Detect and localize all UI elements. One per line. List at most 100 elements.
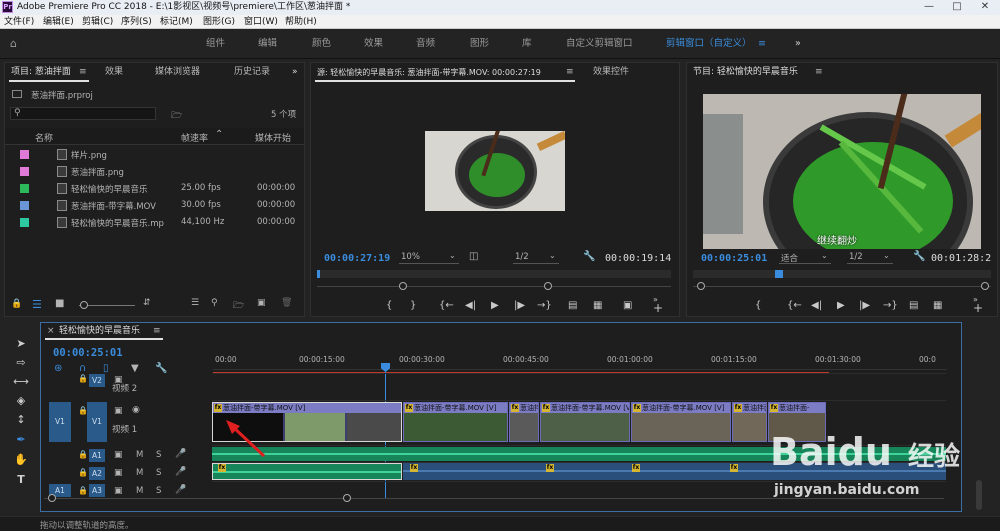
video-clip[interactable]: 葱油拌面-带字幕.MOV [V] fx	[509, 402, 539, 442]
mute-button[interactable]: M	[136, 486, 143, 496]
lock-icon[interactable]: 🔒	[11, 300, 22, 309]
close-tab-icon[interactable]: ×	[47, 326, 55, 336]
source-scrubber[interactable]	[317, 270, 671, 278]
mark-in-icon[interactable]: {	[755, 300, 761, 312]
extract-icon[interactable]: ▦	[933, 300, 942, 312]
track-lock-icon[interactable]: 🔒	[78, 486, 88, 495]
tab-media-browser[interactable]: 媒体浏览器	[155, 67, 200, 78]
sort-icon[interactable]: ⇵	[143, 298, 151, 308]
icon-view-icon[interactable]: ■	[55, 298, 64, 309]
workspace-edit-custom-active[interactable]: 剪辑窗口（自定义）	[666, 38, 752, 50]
program-playhead[interactable]	[775, 270, 783, 278]
workspace-editing[interactable]: 编辑	[258, 38, 277, 50]
source-zoom-handle-right[interactable]	[544, 282, 552, 290]
program-tab-menu-icon[interactable]: ≡	[815, 67, 823, 78]
col-media-start[interactable]: 媒体开始	[255, 131, 291, 144]
add-button-icon[interactable]: +	[653, 302, 663, 314]
eye-icon[interactable]: ◉	[132, 405, 140, 415]
add-button-icon[interactable]: +	[973, 302, 983, 314]
workspace-graphics[interactable]: 图形	[470, 38, 489, 50]
overwrite-icon[interactable]: ▦	[593, 300, 602, 312]
workspace-assembly[interactable]: 组件	[206, 38, 225, 50]
source-patch-v1[interactable]: V1	[49, 402, 71, 442]
insert-icon[interactable]: ▤	[568, 300, 577, 312]
track-lock-icon[interactable]: 🔒	[78, 450, 88, 459]
track-select-tool-icon[interactable]: ⇨	[12, 355, 30, 371]
menu-edit[interactable]: 编辑(E)	[43, 16, 74, 28]
project-tab-menu-icon[interactable]: ≡	[79, 67, 87, 78]
workspace-overflow-icon[interactable]: »	[795, 38, 801, 50]
video-clip[interactable]: 葱油拌面-带字幕.MOV [V] fx	[540, 402, 630, 442]
automate-icon[interactable]: ☰	[191, 298, 199, 308]
project-item[interactable]: 葱油拌面-带字幕.MOV 30.00 fps 00:00:00	[5, 197, 300, 214]
selection-tool-icon[interactable]: ➤	[12, 336, 30, 352]
workspace-libraries[interactable]: 库	[522, 38, 532, 50]
wrench-icon[interactable]: 🔧	[913, 251, 925, 262]
source-zoom-bar[interactable]	[317, 286, 671, 287]
type-tool-icon[interactable]: T	[12, 472, 30, 488]
go-to-in-icon[interactable]: {←	[787, 300, 802, 312]
add-marker-icon[interactable]: ▼	[131, 363, 139, 374]
project-item[interactable]: 轻松愉快的早晨音乐 25.00 fps 00:00:00	[5, 180, 300, 197]
mark-in-icon[interactable]: {	[386, 300, 392, 312]
tab-history[interactable]: 历史记录	[234, 67, 270, 78]
project-item[interactable]: 样片.png	[5, 146, 300, 163]
menu-help[interactable]: 帮助(H)	[285, 16, 317, 28]
solo-button[interactable]: S	[156, 450, 161, 460]
play-icon[interactable]: ▶	[837, 300, 845, 312]
track-target-v2[interactable]: V2	[89, 374, 105, 387]
slip-tool-icon[interactable]: ↕	[12, 412, 30, 428]
tab-project[interactable]: 项目: 葱油拌面	[11, 67, 71, 78]
timeline-timecode[interactable]: 00:00:25:01	[53, 347, 123, 359]
video-clip[interactable]: 葱油拌面-带字幕.MOV [V] fx	[403, 402, 508, 442]
label-color-swatch[interactable]	[20, 218, 29, 227]
pen-tool-icon[interactable]: ✒	[12, 432, 30, 448]
audio-clip-a2[interactable]	[212, 463, 402, 480]
program-timecode[interactable]: 00:00:25:01	[701, 253, 767, 264]
minimize-icon[interactable]: —	[915, 0, 943, 15]
program-zoom-handle-right[interactable]	[981, 282, 989, 290]
nest-toggle-icon[interactable]: ⊛	[54, 363, 62, 374]
toggle-sync-icon[interactable]: ▣	[114, 468, 123, 478]
go-to-in-icon[interactable]: {←	[439, 300, 454, 312]
solo-button[interactable]: S	[156, 486, 161, 496]
track-target-a3[interactable]: A3	[89, 484, 105, 497]
source-resolution-select[interactable]: 1/2 ⌄	[513, 251, 559, 264]
solo-button[interactable]: S	[156, 468, 161, 478]
timeline-settings-icon[interactable]: 🔧	[155, 363, 167, 374]
new-bin-icon[interactable]: 🗁	[171, 108, 182, 124]
video-clip[interactable]: 葱油拌面- fx	[732, 402, 767, 442]
microphone-icon[interactable]: 🎤	[175, 467, 186, 477]
track-lock-icon[interactable]: 🔒	[78, 468, 88, 477]
step-forward-icon[interactable]: |▶	[859, 300, 870, 312]
ripple-edit-tool-icon[interactable]: ⟷	[12, 374, 30, 390]
vertical-zoom-scrollbar[interactable]	[976, 480, 982, 510]
program-zoom-bar[interactable]	[693, 286, 991, 287]
source-zoom-handle-left[interactable]	[399, 282, 407, 290]
snap-icon[interactable]: ∩	[79, 363, 86, 374]
program-zoom-select[interactable]: 适合 ⌄	[779, 251, 831, 264]
tab-effect-controls[interactable]: 效果控件	[593, 67, 629, 78]
video-clip[interactable]: 葱油拌面-带字幕.MOV [V] fx	[631, 402, 731, 442]
toggle-sync-icon[interactable]: ▣	[114, 450, 123, 460]
toggle-sync-icon[interactable]: ▣	[114, 406, 123, 416]
step-forward-icon[interactable]: |▶	[514, 300, 525, 312]
close-icon[interactable]: ✕	[971, 0, 999, 15]
mute-button[interactable]: M	[136, 468, 143, 478]
menu-file[interactable]: 文件(F)	[4, 16, 34, 28]
workspace-custom-edit[interactable]: 自定义剪辑窗口	[566, 38, 633, 50]
microphone-icon[interactable]: 🎤	[175, 449, 186, 459]
workspace-effects[interactable]: 效果	[364, 38, 383, 50]
new-bin-bottom-icon[interactable]: 🗁	[233, 298, 244, 314]
go-to-out-icon[interactable]: →}	[883, 300, 898, 312]
step-back-icon[interactable]: ◀|	[465, 300, 476, 312]
step-back-icon[interactable]: ◀|	[811, 300, 822, 312]
col-name[interactable]: 名称	[35, 131, 53, 144]
zoom-slider-thumb[interactable]	[80, 301, 88, 309]
time-ruler[interactable]: 00:00 00:00:15:00 00:00:30:00 00:00:45:0…	[213, 350, 947, 370]
workspace-menu-icon[interactable]: ≡	[758, 38, 766, 50]
go-to-out-icon[interactable]: →}	[537, 300, 552, 312]
scrollbar-handle-right[interactable]	[343, 494, 351, 502]
sort-ascending-icon[interactable]: ⌃	[215, 129, 223, 140]
scrollbar-handle-left[interactable]	[48, 494, 56, 502]
